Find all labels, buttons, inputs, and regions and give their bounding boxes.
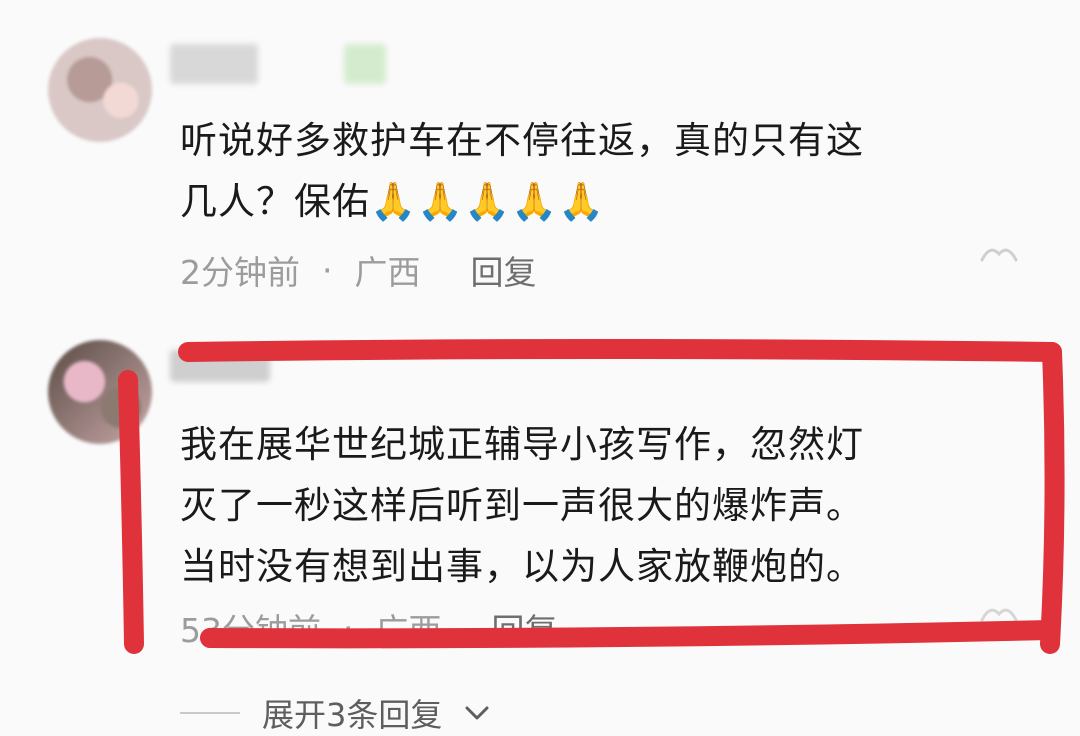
- commenter-name-blurred[interactable]: [170, 350, 270, 382]
- thumb-like-icon[interactable]: [976, 240, 1022, 270]
- annotation-right-stroke: [1040, 342, 1065, 654]
- commenter-badge-blurred: [344, 44, 386, 84]
- commenter-avatar[interactable]: [48, 340, 152, 444]
- comment-line: 我在展华世纪城正辅导小孩写作，忽然灯: [180, 423, 864, 466]
- divider-line: [180, 712, 240, 714]
- comment-line: 几人？保佑🙏🙏🙏🙏🙏: [180, 180, 606, 223]
- comment-time: 53分钟前: [180, 611, 321, 650]
- meta-separator: ·: [343, 608, 354, 648]
- meta-separator: ·: [322, 250, 333, 290]
- expand-replies-label: 展开3条回复: [262, 696, 443, 734]
- comment-time: 2分钟前: [180, 253, 300, 292]
- expand-replies-button[interactable]: 展开3条回复: [180, 690, 490, 736]
- comment-line: 听说好多救护车在不停往返，真的只有这: [180, 119, 864, 162]
- comment-line: 灭了一秒这样后听到一声很大的爆炸声。: [180, 484, 864, 527]
- comment-text: 我在展华世纪城正辅导小孩写作，忽然灯 灭了一秒这样后听到一声很大的爆炸声。 当时…: [180, 414, 1010, 597]
- comment-meta: 53分钟前 · 广西 回复: [180, 604, 558, 652]
- comment-line: 当时没有想到出事，以为人家放鞭炮的。: [180, 545, 864, 588]
- annotation-top-stroke: [178, 339, 1062, 362]
- comment-text: 听说好多救护车在不停往返，真的只有这 几人？保佑🙏🙏🙏🙏🙏: [180, 110, 1010, 232]
- commenter-avatar[interactable]: [48, 38, 152, 142]
- chevron-down-icon: [465, 706, 489, 720]
- comment-location: 广西: [375, 611, 442, 650]
- comment-location: 广西: [354, 253, 421, 292]
- reply-button[interactable]: 回复: [492, 604, 558, 652]
- thumb-like-icon[interactable]: [976, 600, 1022, 630]
- comment-meta: 2分钟前 · 广西 回复: [180, 246, 537, 294]
- reply-button[interactable]: 回复: [471, 246, 537, 294]
- commenter-name-blurred[interactable]: [170, 44, 258, 84]
